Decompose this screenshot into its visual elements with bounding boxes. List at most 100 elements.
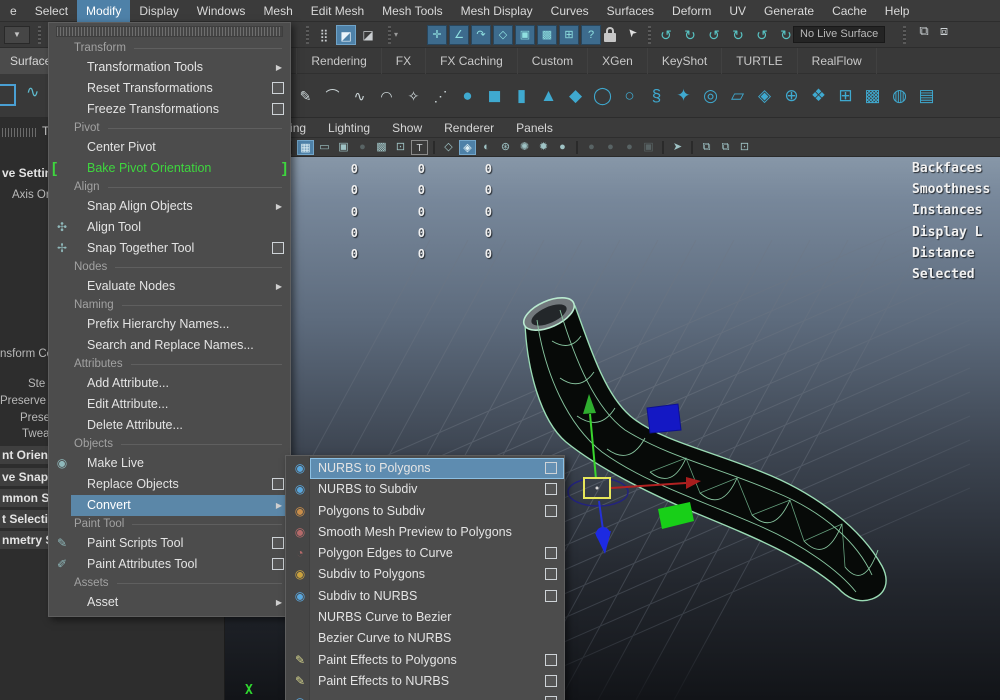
shelf-icon[interactable]: ▤ bbox=[913, 76, 940, 116]
menu-item-icon[interactable]: ✐ bbox=[52, 554, 72, 575]
submenu-item[interactable]: ◉ Subdiv to NURBS bbox=[286, 586, 564, 607]
viewport-toolbar-icon[interactable]: ● bbox=[583, 140, 600, 155]
snap-icon[interactable]: ▣ bbox=[515, 25, 535, 45]
menu-item-icon[interactable]: ✢ bbox=[52, 238, 72, 259]
tool-settings-label[interactable]: Twea bbox=[22, 428, 50, 440]
menubar-item[interactable]: e bbox=[1, 0, 26, 22]
snap-icon[interactable]: ◇ bbox=[493, 25, 513, 45]
shelf-icon[interactable]: ⊕ bbox=[778, 76, 805, 116]
history-icon[interactable]: ↻ bbox=[682, 25, 698, 45]
menubar-item[interactable]: Cache bbox=[823, 0, 876, 22]
snap-icon[interactable]: ✛ bbox=[427, 25, 447, 45]
menu-item[interactable]: [ Edit Attribute... ▶ ] bbox=[49, 394, 290, 415]
shelf-icon[interactable]: ⊞ bbox=[832, 76, 859, 116]
shelf-icon[interactable]: ▲ bbox=[535, 76, 562, 116]
menubar-item[interactable]: Deform bbox=[663, 0, 720, 22]
selection-mask-icon[interactable]: ◩ bbox=[336, 25, 356, 45]
shelf-icon[interactable]: ◠ bbox=[373, 76, 400, 116]
tool-settings-label[interactable]: nsform Co bbox=[0, 348, 53, 360]
shelf-icon[interactable]: ◼ bbox=[481, 76, 508, 116]
snap-icon[interactable]: ∠ bbox=[449, 25, 469, 45]
viewport-toolbar-icon[interactable]: ⊡ bbox=[736, 140, 753, 155]
panel-menu-item[interactable]: Panels bbox=[505, 118, 564, 137]
snap-icon[interactable]: ? bbox=[581, 25, 601, 45]
viewport-toolbar-icon[interactable] bbox=[691, 141, 693, 154]
submenu-item[interactable]: ◉ NURBS to Polygons bbox=[286, 458, 564, 479]
menu-set-dropdown[interactable]: ▼ bbox=[4, 26, 30, 44]
shelf-tab[interactable]: XGen bbox=[588, 48, 648, 74]
menu-item[interactable]: [ Bake Pivot Orientation ▶ ] bbox=[49, 158, 290, 179]
viewport-toolbar-icon[interactable]: ▩ bbox=[373, 140, 390, 155]
viewport-toolbar-icon[interactable]: ⧉ bbox=[717, 140, 734, 155]
highlight-selection-icon[interactable]: ➤ bbox=[622, 22, 642, 43]
history-icon[interactable]: ↻ bbox=[778, 25, 794, 45]
shelf-icon[interactable]: ◍ bbox=[886, 76, 913, 116]
viewport-toolbar-icon[interactable]: ◇ bbox=[440, 140, 457, 155]
shelf-icon[interactable]: ◎ bbox=[697, 76, 724, 116]
shelf-icon[interactable]: ◯ bbox=[589, 76, 616, 116]
menu-item[interactable]: [ Prefix Hierarchy Names... ▶ ] bbox=[49, 314, 290, 335]
viewport-toolbar-icon[interactable]: ◈ bbox=[459, 140, 476, 155]
shelf-tab[interactable]: KeyShot bbox=[648, 48, 722, 74]
tool-settings-label[interactable]: Ste bbox=[28, 378, 45, 390]
history-icon[interactable]: ↻ bbox=[730, 25, 746, 45]
menu-item-icon[interactable]: ◉ bbox=[52, 453, 72, 474]
option-box[interactable] bbox=[545, 483, 557, 495]
submenu-item[interactable]: ◉ bbox=[286, 692, 564, 700]
menu-item[interactable]: [ Asset ▶ ] bbox=[49, 592, 290, 613]
nurbs-square-icon[interactable] bbox=[0, 84, 16, 106]
option-box[interactable] bbox=[272, 82, 284, 94]
menu-item[interactable]: [ Add Attribute... ▶ ] bbox=[49, 373, 290, 394]
menu-item[interactable]: [ Naming ▶ ] bbox=[49, 297, 290, 314]
history-icon[interactable]: ↺ bbox=[754, 25, 770, 45]
shelf-tab[interactable]: Custom bbox=[518, 48, 588, 74]
menubar-item[interactable]: Windows bbox=[188, 0, 255, 22]
menu-item[interactable]: [ ✢ Snap Together Tool ▶ ] bbox=[49, 238, 290, 259]
menu-item[interactable]: [ Center Pivot ▶ ] bbox=[49, 137, 290, 158]
live-surface-field[interactable]: No Live Surface bbox=[793, 26, 885, 43]
history-icon[interactable]: ↺ bbox=[706, 25, 722, 45]
submenu-item[interactable]: Bezier Curve to NURBS bbox=[286, 628, 564, 649]
shelf-icon[interactable]: ▮ bbox=[508, 76, 535, 116]
menubar-item[interactable]: Select bbox=[26, 0, 77, 22]
option-box[interactable] bbox=[272, 537, 284, 549]
snap-icon[interactable]: ↷ bbox=[471, 25, 491, 45]
viewport-toolbar-icon[interactable]: ● bbox=[354, 140, 371, 155]
submenu-item[interactable]: ✎ Paint Effects to Polygons bbox=[286, 650, 564, 671]
menubar-item[interactable]: Mesh Tools bbox=[373, 0, 451, 22]
shelf-icon[interactable]: ⌒ bbox=[319, 76, 346, 116]
viewport-toolbar-icon[interactable]: T bbox=[411, 140, 428, 155]
selection-mask-icon[interactable]: ◪ bbox=[358, 25, 378, 45]
separator[interactable] bbox=[903, 26, 906, 44]
shelf-icon[interactable]: ⋰ bbox=[427, 76, 454, 116]
shelf-tab[interactable]: Rendering bbox=[297, 48, 381, 74]
menu-item[interactable]: [ Paint Tool ▶ ] bbox=[49, 516, 290, 533]
option-box[interactable] bbox=[545, 654, 557, 666]
menu-item[interactable]: [ Nodes ▶ ] bbox=[49, 259, 290, 276]
submenu-item[interactable]: ◉ Polygons to Subdiv bbox=[286, 501, 564, 522]
menu-item[interactable]: [ Attributes ▶ ] bbox=[49, 356, 290, 373]
tool-settings-label[interactable]: Axis Ori bbox=[12, 189, 52, 201]
viewport-toolbar-icon[interactable]: ▣ bbox=[640, 140, 657, 155]
menubar-item[interactable]: Mesh bbox=[254, 0, 301, 22]
panel-menu-item[interactable]: Renderer bbox=[433, 118, 505, 137]
option-box[interactable] bbox=[545, 675, 557, 687]
lock-icon[interactable] bbox=[602, 27, 618, 43]
snap-icon[interactable]: ▩ bbox=[537, 25, 557, 45]
viewport-toolbar-icon[interactable]: ▣ bbox=[335, 140, 352, 155]
menu-item[interactable]: [ Replace Objects ▶ ] bbox=[49, 474, 290, 495]
menu-item[interactable]: [ ✐ Paint Attributes Tool ▶ ] bbox=[49, 554, 290, 575]
shelf-tab[interactable]: RealFlow bbox=[798, 48, 877, 74]
menu-item[interactable]: [ Search and Replace Names... ▶ ] bbox=[49, 335, 290, 356]
shelf-icon[interactable]: ❖ bbox=[805, 76, 832, 116]
drag-handle[interactable] bbox=[2, 128, 38, 137]
menubar-item[interactable]: Display bbox=[130, 0, 187, 22]
menu-item[interactable]: [ Evaluate Nodes ▶ ] bbox=[49, 276, 290, 297]
option-box[interactable] bbox=[545, 505, 557, 517]
shelf-icon[interactable]: ○ bbox=[616, 76, 643, 116]
viewport-toolbar-icon[interactable]: ● bbox=[621, 140, 638, 155]
shelf-icon[interactable]: ◈ bbox=[751, 76, 778, 116]
viewport-toolbar-icon[interactable] bbox=[433, 141, 435, 154]
menubar-item[interactable]: UV bbox=[720, 0, 755, 22]
shelf-icon[interactable]: ✦ bbox=[670, 76, 697, 116]
